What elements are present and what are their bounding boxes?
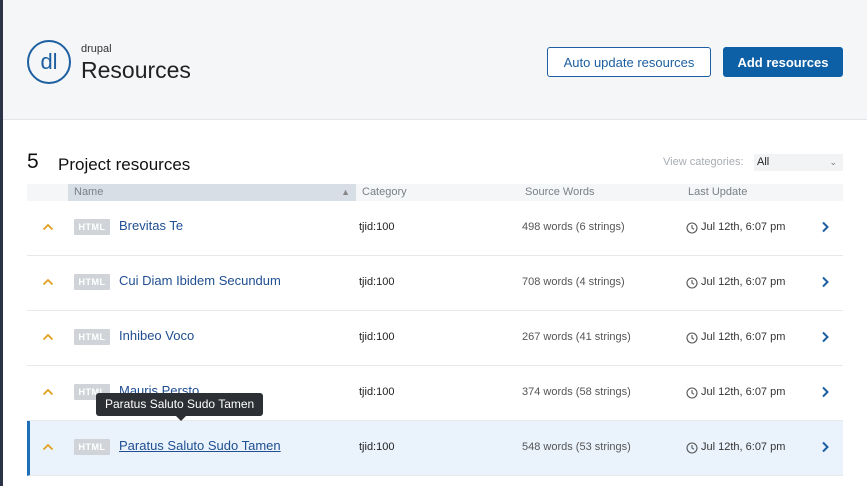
resource-last-update: Jul 12th, 6:07 pm bbox=[701, 221, 786, 233]
chevron-up-icon[interactable] bbox=[42, 331, 54, 343]
resource-category: tjid:100 bbox=[359, 331, 395, 343]
column-header-source-words[interactable]: Source Words bbox=[525, 184, 595, 201]
page-title: Resources bbox=[81, 57, 191, 83]
html-type-badge: HTML bbox=[74, 439, 110, 455]
clock-icon bbox=[686, 386, 698, 399]
chevron-up-icon[interactable] bbox=[42, 441, 54, 453]
chevron-up-icon[interactable] bbox=[42, 221, 54, 233]
resource-name-link[interactable]: Cui Diam Ibidem Secundum bbox=[119, 273, 281, 288]
table-row[interactable]: HTML Brevitas Te tjid:100 498 words (6 s… bbox=[27, 201, 843, 256]
resource-category: tjid:100 bbox=[359, 276, 395, 288]
clock-icon bbox=[686, 441, 698, 454]
column-header-last-update[interactable]: Last Update bbox=[688, 184, 747, 201]
add-resources-button[interactable]: Add resources bbox=[723, 47, 843, 77]
resources-page: dl drupal Resources Auto update resource… bbox=[3, 0, 867, 486]
chevron-up-icon[interactable] bbox=[42, 276, 54, 288]
page-header: dl drupal Resources Auto update resource… bbox=[3, 0, 867, 120]
resource-count: 5 bbox=[27, 150, 39, 173]
html-type-badge: HTML bbox=[74, 274, 110, 290]
table-header: Name ▲ Category Source Words Last Update bbox=[27, 184, 843, 201]
resource-source-words: 548 words (53 strings) bbox=[522, 441, 631, 453]
resource-last-update: Jul 12th, 6:07 pm bbox=[701, 386, 786, 398]
resource-name-link[interactable]: Brevitas Te bbox=[119, 218, 183, 233]
chevron-up-icon[interactable] bbox=[42, 386, 54, 398]
chevron-right-icon[interactable] bbox=[818, 385, 832, 399]
html-type-badge: HTML bbox=[74, 329, 110, 345]
resource-last-update: Jul 12th, 6:07 pm bbox=[701, 331, 786, 343]
clock-icon bbox=[686, 276, 698, 289]
resource-name-link[interactable]: Inhibeo Voco bbox=[119, 328, 194, 343]
view-categories-value: All bbox=[757, 156, 770, 168]
resource-source-words: 267 words (41 strings) bbox=[522, 331, 631, 343]
table-row[interactable]: HTML Paratus Saluto Sudo Tamen tjid:100 … bbox=[27, 421, 843, 476]
resource-category: tjid:100 bbox=[359, 221, 395, 233]
resource-source-words: 498 words (6 strings) bbox=[522, 221, 625, 233]
chevron-right-icon[interactable] bbox=[818, 330, 832, 344]
html-type-badge: HTML bbox=[74, 219, 110, 235]
table-row[interactable]: HTML Inhibeo Voco tjid:100 267 words (41… bbox=[27, 311, 843, 366]
column-header-category[interactable]: Category bbox=[362, 184, 407, 201]
sort-ascending-icon: ▲ bbox=[341, 187, 350, 197]
chevron-down-icon: ⌄ bbox=[829, 157, 837, 167]
view-categories-select[interactable]: All ⌄ bbox=[754, 154, 843, 171]
auto-update-resources-button[interactable]: Auto update resources bbox=[547, 47, 711, 77]
chevron-right-icon[interactable] bbox=[818, 275, 832, 289]
view-categories-label: View categories: bbox=[663, 156, 744, 168]
resource-category: tjid:100 bbox=[359, 386, 395, 398]
clock-icon bbox=[686, 331, 698, 344]
chevron-right-icon[interactable] bbox=[818, 440, 832, 454]
resource-category: tjid:100 bbox=[359, 441, 395, 453]
chevron-right-icon[interactable] bbox=[818, 220, 832, 234]
resource-source-words: 374 words (58 strings) bbox=[522, 386, 631, 398]
project-name: drupal bbox=[81, 43, 112, 55]
resource-source-words: 708 words (4 strings) bbox=[522, 276, 625, 288]
resource-name-tooltip: Paratus Saluto Sudo Tamen bbox=[96, 393, 264, 421]
column-header-name[interactable]: Name ▲ bbox=[68, 184, 356, 201]
project-logo[interactable]: dl bbox=[27, 40, 71, 84]
clock-icon bbox=[686, 221, 698, 234]
section-title: Project resources bbox=[58, 155, 191, 174]
resource-last-update: Jul 12th, 6:07 pm bbox=[701, 276, 786, 288]
resource-last-update: Jul 12th, 6:07 pm bbox=[701, 441, 786, 453]
table-row[interactable]: HTML Cui Diam Ibidem Secundum tjid:100 7… bbox=[27, 256, 843, 311]
resource-name-link[interactable]: Paratus Saluto Sudo Tamen bbox=[119, 438, 281, 453]
